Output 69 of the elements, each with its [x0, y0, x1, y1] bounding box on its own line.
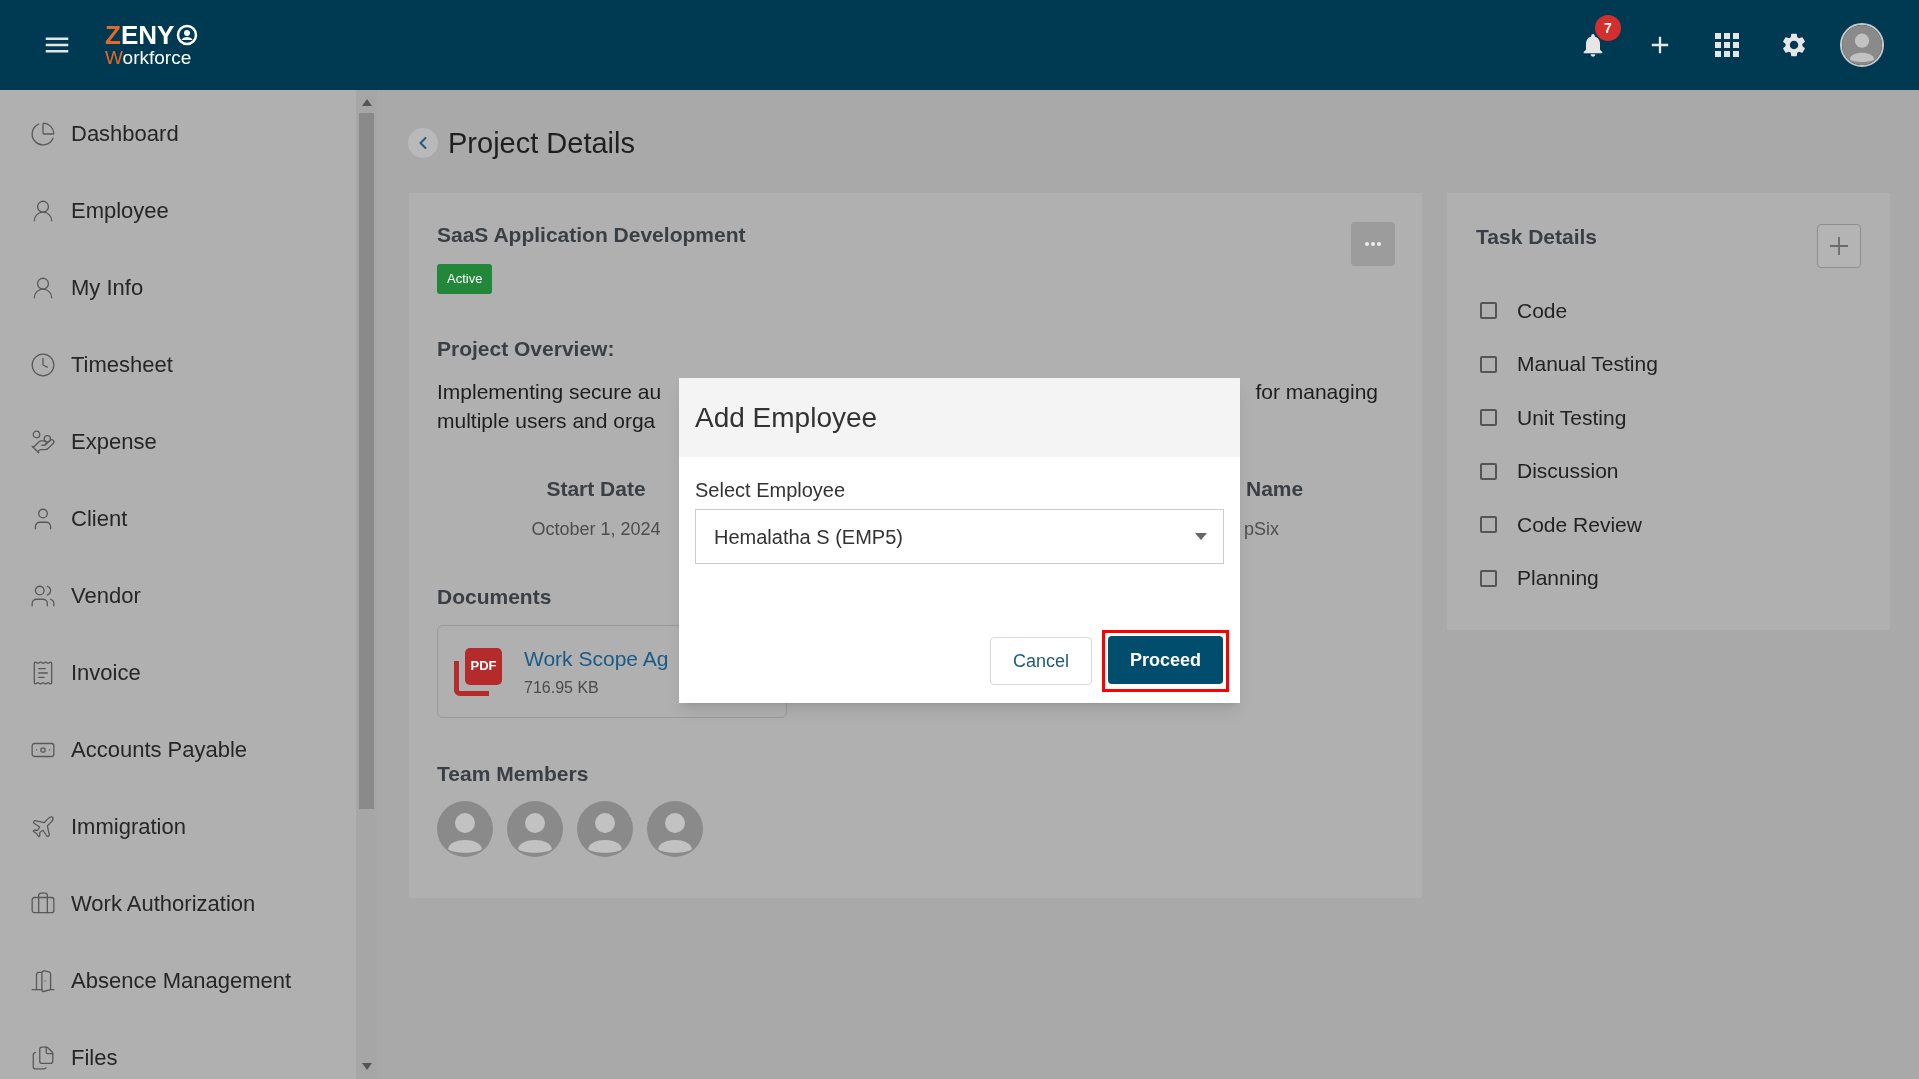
ellipsis-icon — [1365, 242, 1381, 246]
field-label: Select Employee — [695, 478, 846, 502]
sidebar-item[interactable]: Immigration — [30, 812, 186, 841]
overview-text: Implementing secure au — [437, 379, 662, 405]
apps-grid-icon[interactable] — [1715, 33, 1739, 57]
task-label: Unit Testing — [1517, 404, 1627, 431]
caret-down-icon — [1195, 533, 1207, 540]
task-checkbox[interactable] — [1480, 302, 1497, 320]
task-checkbox[interactable] — [1480, 516, 1497, 534]
logo-wordmark: ZENY — [105, 22, 175, 48]
sidebar-item[interactable]: Client — [30, 504, 128, 533]
task-label: Code Review — [1517, 511, 1642, 538]
scrollbar-thumb[interactable] — [359, 113, 374, 809]
sidebar-item[interactable]: Dashboard — [30, 119, 179, 148]
avatar-icon — [647, 801, 703, 857]
section-heading: Documents — [437, 584, 552, 610]
sidebar-item[interactable]: Files — [30, 1043, 118, 1072]
notification-count: 7 — [1595, 15, 1621, 41]
sidebar-item[interactable]: Expense — [30, 427, 157, 456]
pie-chart-icon — [30, 120, 56, 147]
project-title: SaaS Application Development — [437, 222, 746, 248]
status-badge: Active — [437, 264, 493, 294]
scroll-down-icon[interactable] — [361, 1063, 372, 1070]
sidebar-item[interactable]: Absence Management — [30, 966, 292, 995]
detail-label: Name — [1246, 476, 1304, 502]
files-icon — [30, 1044, 56, 1071]
task-label: Manual Testing — [1517, 351, 1658, 378]
dialog-title: Add Employee — [695, 400, 878, 435]
sidebar-item[interactable]: Accounts Payable — [30, 735, 248, 764]
user-avatar-icon[interactable] — [1842, 25, 1882, 65]
logo-tagline: Workforce — [105, 48, 193, 68]
sidebar-item[interactable]: Work Authorization — [30, 889, 256, 918]
plane-icon — [30, 813, 56, 840]
proceed-button[interactable]: Proceed — [1107, 636, 1223, 684]
task-checkbox[interactable] — [1480, 355, 1497, 373]
employee-select[interactable]: Hemalatha S (EMP5) — [695, 509, 1224, 564]
task-checkbox[interactable] — [1480, 462, 1497, 480]
section-heading: Project Overview: — [437, 336, 615, 362]
scroll-up-icon[interactable] — [361, 99, 372, 106]
sidebar-item[interactable]: Invoice — [30, 658, 141, 687]
sidebar-item[interactable]: Employee — [30, 196, 169, 225]
task-checkbox[interactable] — [1480, 569, 1497, 587]
overview-text: multiple users and orga — [437, 408, 656, 434]
back-button[interactable] — [408, 128, 438, 158]
task-label: Discussion — [1517, 458, 1619, 485]
task-label: Planning — [1517, 565, 1599, 592]
sidebar-item[interactable]: My Info — [30, 273, 144, 302]
logo-ring-icon — [176, 24, 199, 46]
detail-value: pSix — [1244, 518, 1279, 541]
hand-coins-icon — [30, 428, 56, 455]
overview-text: for managing — [1255, 379, 1378, 405]
card-title: Task Details — [1476, 224, 1597, 250]
add-task-button[interactable] — [1817, 224, 1861, 268]
avatar-icon — [507, 801, 563, 857]
task-label: Code — [1517, 297, 1568, 324]
sidebar-item[interactable]: Timesheet — [30, 350, 173, 379]
plus-icon — [1830, 237, 1848, 255]
avatar-icon — [577, 801, 633, 857]
cancel-button[interactable]: Cancel — [989, 637, 1092, 685]
sidebar-item[interactable]: Vendor — [30, 581, 141, 610]
page-title: Project Details — [448, 126, 635, 161]
door-icon — [30, 967, 56, 994]
file-size: 716.95 KB — [524, 677, 600, 698]
avatar-icon — [437, 801, 493, 857]
section-heading: Team Members — [437, 761, 589, 787]
task-checkbox[interactable] — [1480, 409, 1497, 427]
clock-icon — [30, 351, 56, 378]
detail-value: October 1, 2024 — [531, 518, 661, 541]
detail-label: Start Date — [546, 476, 646, 502]
